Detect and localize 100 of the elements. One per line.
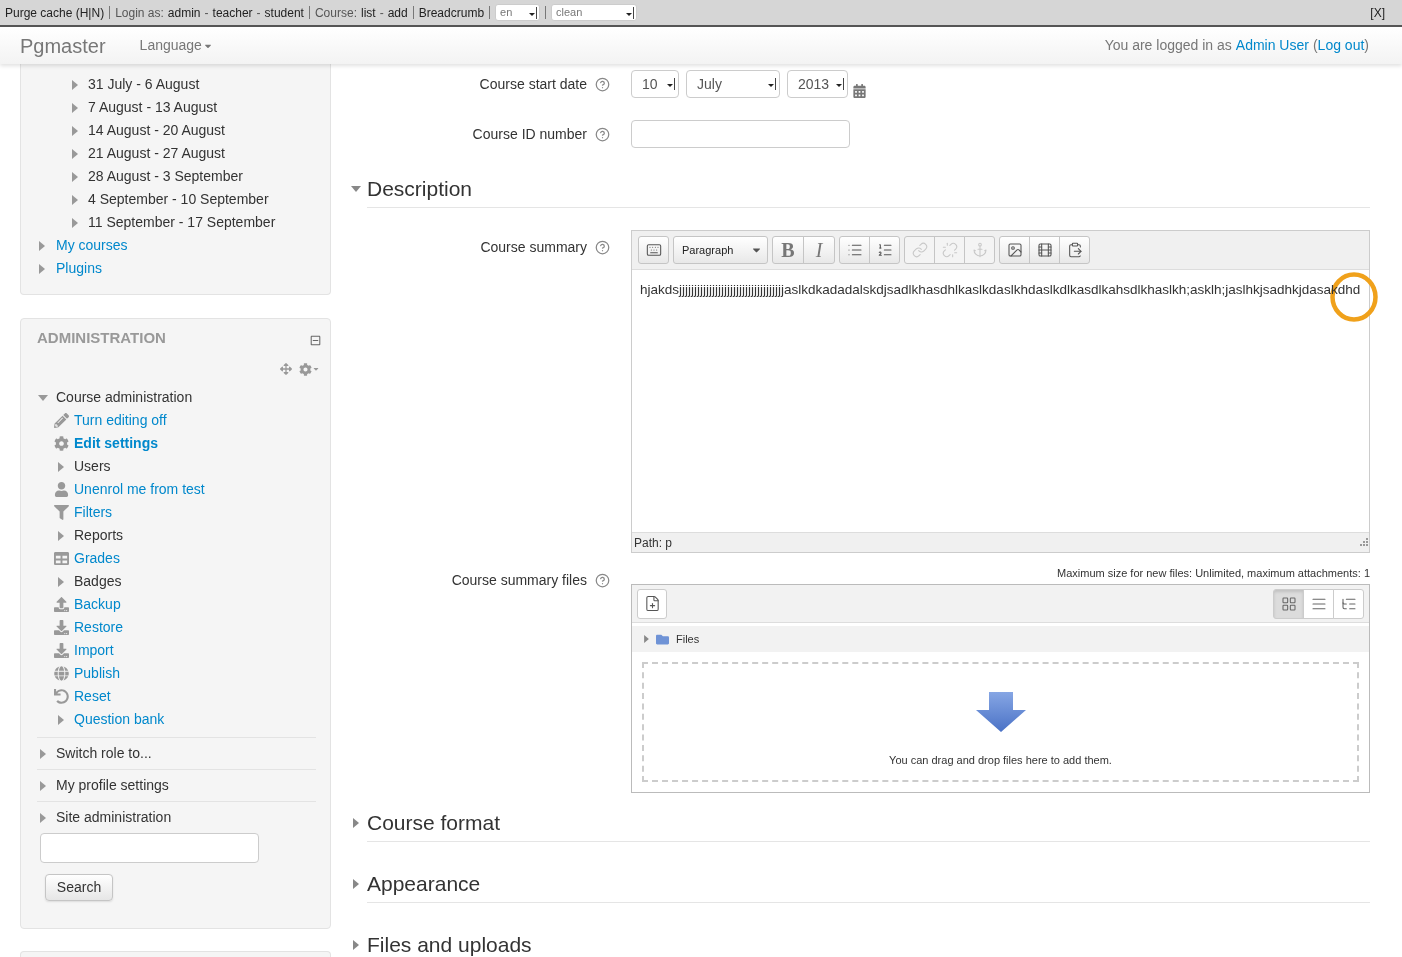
- logout-link[interactable]: Log out: [1317, 35, 1365, 56]
- month-select[interactable]: July: [686, 70, 780, 98]
- nav-link[interactable]: My courses: [56, 235, 128, 256]
- year-select[interactable]: 2013: [787, 70, 848, 98]
- add-file-button[interactable]: [637, 588, 667, 619]
- week-link[interactable]: 7 August - 13 August: [88, 97, 218, 118]
- search-button[interactable]: Search: [45, 874, 113, 901]
- tree-menu-link[interactable]: Unenrol me from test: [74, 479, 205, 500]
- section-heading[interactable]: Appearance: [367, 872, 481, 896]
- caret-right-icon[interactable]: [40, 812, 46, 823]
- collapse-icon[interactable]: [310, 334, 321, 346]
- caret-right-icon[interactable]: [72, 171, 78, 182]
- caret-right-icon[interactable]: [644, 635, 649, 643]
- close-link[interactable]: [X]: [1370, 3, 1385, 22]
- section-heading[interactable]: Description: [367, 177, 473, 201]
- paste-button[interactable]: [1059, 236, 1090, 264]
- debug-link[interactable]: student: [264, 3, 304, 22]
- debug-link[interactable]: add: [387, 3, 408, 22]
- section-heading[interactable]: Files and uploads: [367, 933, 532, 957]
- tree-menu-link[interactable]: Restore: [74, 617, 124, 638]
- caret-right-icon[interactable]: [72, 148, 78, 159]
- week-link[interactable]: 31 July - 6 August: [88, 74, 200, 95]
- week-link[interactable]: 14 August - 20 August: [88, 120, 225, 141]
- help-icon[interactable]: [595, 76, 610, 92]
- caret-right-icon[interactable]: [72, 194, 78, 205]
- bullet-list-button[interactable]: [839, 236, 870, 264]
- week-link[interactable]: 21 August - 27 August: [88, 143, 225, 164]
- caret-down-icon[interactable]: [351, 186, 361, 192]
- format-select[interactable]: Paragraph: [673, 236, 768, 264]
- caret-right-icon[interactable]: [58, 461, 64, 472]
- help-icon[interactable]: [595, 573, 610, 588]
- resize-grip-icon[interactable]: [1358, 537, 1368, 548]
- tree-menu-link[interactable]: Badges: [74, 571, 122, 592]
- debug-link[interactable]: teacher: [212, 3, 253, 22]
- tree-menu-link[interactable]: Question bank: [74, 709, 165, 730]
- language-menu[interactable]: Language: [139, 35, 212, 56]
- week-link[interactable]: 4 September - 10 September: [88, 189, 269, 210]
- week-link[interactable]: 11 September - 17 September: [88, 212, 276, 233]
- search-field[interactable]: [40, 833, 259, 863]
- caret-right-icon[interactable]: [39, 240, 45, 251]
- list-view-button[interactable]: [1303, 588, 1334, 619]
- numbered-list-button[interactable]: [869, 236, 900, 264]
- caret-right-icon[interactable]: [58, 714, 64, 725]
- bold-button[interactable]: B: [772, 236, 804, 264]
- tree-menu-link[interactable]: Turn editing off: [74, 410, 167, 431]
- drop-zone[interactable]: You can drag and drop files here to add them.: [642, 662, 1359, 782]
- tree-menu-link[interactable]: Reset: [74, 686, 111, 707]
- text-input[interactable]: [631, 120, 850, 148]
- caret-right-icon[interactable]: [58, 576, 64, 587]
- menu-section-link[interactable]: My profile settings: [56, 775, 169, 796]
- move-icon[interactable]: [280, 363, 292, 375]
- nav-link[interactable]: Plugins: [56, 258, 102, 279]
- debug-link[interactable]: Purge cache (H|N): [5, 3, 105, 22]
- caret-right-icon[interactable]: [40, 780, 46, 791]
- help-icon[interactable]: [595, 126, 610, 142]
- tree-menu-link[interactable]: Grades: [74, 548, 120, 569]
- section-heading[interactable]: Course format: [367, 811, 501, 835]
- italic-button[interactable]: I: [803, 236, 835, 264]
- image-button[interactable]: [999, 236, 1030, 264]
- caret-right-icon[interactable]: [353, 940, 359, 950]
- tree-menu-link[interactable]: Users: [74, 456, 111, 477]
- site-name[interactable]: Pgmaster: [20, 30, 106, 61]
- icon-view-button[interactable]: [1273, 588, 1304, 619]
- dropdown-arrow-icon: [626, 6, 635, 19]
- caret-right-icon[interactable]: [72, 217, 78, 228]
- tree-menu-link[interactable]: Backup: [74, 594, 121, 615]
- media-button[interactable]: [1029, 236, 1060, 264]
- caret-down-icon[interactable]: [313, 365, 319, 373]
- keyboard-icon: [645, 242, 662, 258]
- caret-down-icon[interactable]: [38, 394, 48, 401]
- tree-menu-link[interactable]: Publish: [74, 663, 120, 684]
- caret-right-icon[interactable]: [353, 818, 359, 828]
- calendar-icon[interactable]: [853, 84, 866, 98]
- menu-section-link[interactable]: Site administration: [56, 807, 172, 828]
- caret-right-icon[interactable]: [72, 79, 78, 90]
- week-link[interactable]: 28 August - 3 September: [88, 166, 243, 187]
- caret-right-icon[interactable]: [40, 748, 46, 759]
- help-icon[interactable]: [595, 240, 610, 255]
- caret-right-icon[interactable]: [58, 530, 64, 541]
- day-select[interactable]: 10: [631, 70, 679, 98]
- menu-section-link[interactable]: Switch role to...: [56, 743, 152, 764]
- menu-section-link[interactable]: Course administration: [56, 387, 193, 408]
- debug-link[interactable]: Breadcrumb: [418, 3, 485, 22]
- tree-menu-link[interactable]: Filters: [74, 502, 113, 523]
- user-link[interactable]: Admin User: [1235, 35, 1309, 56]
- language-select[interactable]: en: [495, 4, 541, 21]
- debug-link[interactable]: admin: [167, 3, 201, 22]
- caret-right-icon[interactable]: [353, 879, 359, 889]
- toolbar-toggle-button[interactable]: [638, 236, 669, 264]
- tree-menu-link[interactable]: Edit settings: [74, 433, 158, 454]
- gear-icon[interactable]: [299, 362, 312, 376]
- theme-select[interactable]: clean: [551, 4, 638, 21]
- tree-view-button[interactable]: [1333, 588, 1364, 619]
- caret-right-icon[interactable]: [72, 125, 78, 136]
- caret-right-icon[interactable]: [39, 263, 45, 274]
- debug-link[interactable]: list: [361, 3, 376, 22]
- tree-menu-link[interactable]: Reports: [74, 525, 124, 546]
- tree-menu-link[interactable]: Import: [74, 640, 114, 661]
- caret-right-icon[interactable]: [72, 102, 78, 113]
- folder-link[interactable]: Files: [676, 630, 700, 648]
